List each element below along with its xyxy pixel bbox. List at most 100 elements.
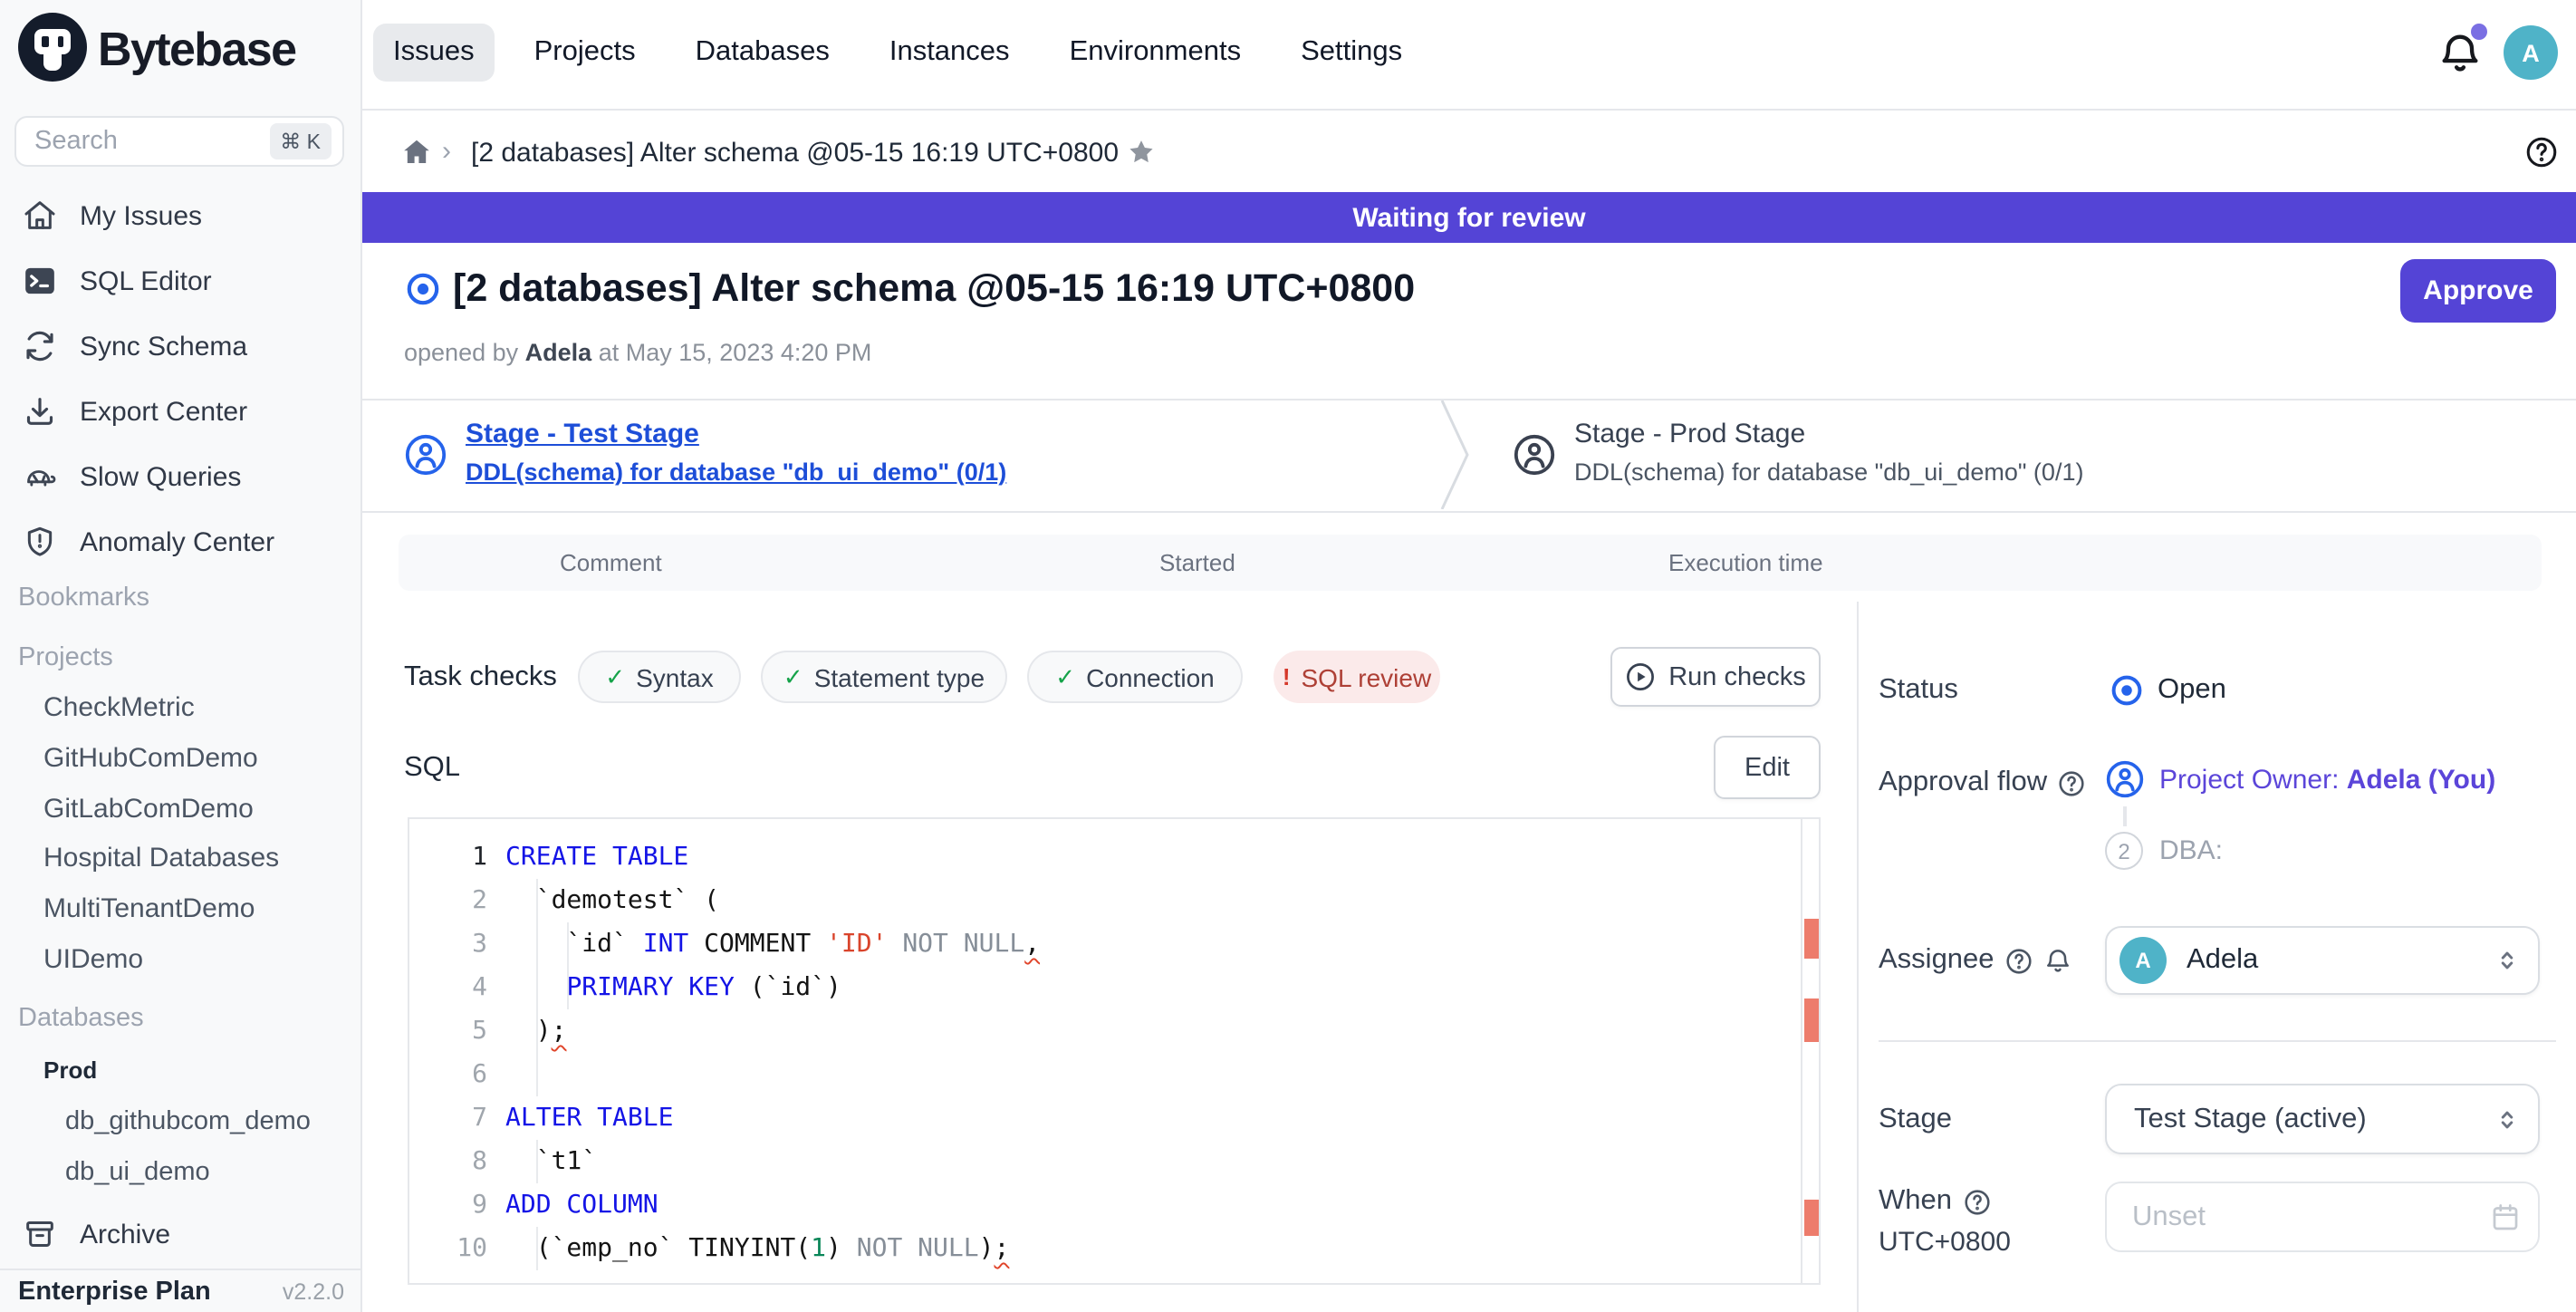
sidebar-project-hospital-databases[interactable]: Hospital Databases bbox=[43, 834, 279, 883]
section-header-bookmarks: Bookmarks bbox=[18, 584, 149, 613]
plan-label[interactable]: Enterprise Plan bbox=[18, 1277, 283, 1306]
tab-settings[interactable]: Settings bbox=[1281, 24, 1422, 82]
notification-bell-icon[interactable] bbox=[2437, 29, 2484, 76]
opened-prefix: opened by bbox=[404, 339, 518, 366]
section-header-projects: Projects bbox=[18, 643, 113, 672]
tab-environments[interactable]: Environments bbox=[1050, 24, 1262, 82]
sql-code-viewer[interactable]: 1CREATE TABLE 2 `demotest` ( 3 `id` INT … bbox=[408, 817, 1821, 1285]
sidebar-item-slow-queries[interactable]: Slow Queries bbox=[0, 444, 362, 509]
tab-projects[interactable]: Projects bbox=[514, 24, 656, 82]
stage-person-icon bbox=[404, 433, 447, 477]
code-line: 1CREATE TABLE bbox=[409, 835, 1819, 879]
select-chevrons-icon bbox=[2493, 1105, 2522, 1134]
approver-person-icon bbox=[2105, 759, 2145, 799]
code-line: 3 `id` INT COMMENT 'ID' NOT NULL, bbox=[409, 922, 1819, 966]
error-marker bbox=[1804, 1200, 1821, 1236]
check-syntax[interactable]: ✓ Syntax bbox=[578, 651, 741, 703]
sidebar-item-export-center[interactable]: Export Center bbox=[0, 379, 362, 444]
assignee-label-text: Assignee bbox=[1879, 944, 1994, 977]
breadcrumb-home-icon[interactable] bbox=[400, 136, 433, 169]
page-title: [2 databases] Alter schema @05-15 16:19 … bbox=[453, 266, 1415, 312]
error-marker bbox=[1804, 998, 1821, 1042]
approval-role: Project Owner: bbox=[2159, 765, 2339, 796]
check-label: SQL review bbox=[1302, 662, 1432, 691]
sidebar-item-label: Anomaly Center bbox=[80, 526, 274, 557]
column-header-started: Started bbox=[1159, 549, 1235, 576]
version-label: v2.2.0 bbox=[283, 1278, 344, 1304]
flow-connector bbox=[2123, 806, 2127, 826]
edit-button[interactable]: Edit bbox=[1714, 736, 1821, 799]
sidebar-project-uidemo[interactable]: UIDemo bbox=[43, 935, 143, 984]
sidebar-item-label: SQL Editor bbox=[80, 265, 212, 296]
line-number: 2 bbox=[424, 879, 487, 922]
assignee-select[interactable]: A Adela bbox=[2105, 926, 2540, 995]
sidebar-item-sync-schema[interactable]: Sync Schema bbox=[0, 314, 362, 379]
sidebar-project-gitlabcomdemo[interactable]: GitLabComDemo bbox=[43, 785, 254, 834]
check-sql-review[interactable]: ! SQL review bbox=[1274, 651, 1440, 703]
sidebar-item-sql-editor[interactable]: SQL Editor bbox=[0, 248, 362, 314]
line-number: 6 bbox=[424, 1053, 487, 1096]
tab-issues[interactable]: Issues bbox=[373, 24, 495, 82]
run-checks-button[interactable]: Run checks bbox=[1610, 647, 1821, 707]
code-line: 9ADD COLUMN bbox=[409, 1183, 1819, 1227]
stage-test-stage-task-link[interactable]: DDL(schema) for database "db_ui_demo" (0… bbox=[466, 458, 1006, 486]
help-circle-icon[interactable] bbox=[2005, 947, 2033, 974]
sidebar-item-archive[interactable]: Archive bbox=[0, 1201, 362, 1267]
sidebar-item-label: Archive bbox=[80, 1219, 170, 1249]
search-input[interactable]: ⌘ K bbox=[14, 116, 344, 167]
stage-prod-stage-task-link[interactable]: DDL(schema) for database "db_ui_demo" (0… bbox=[1574, 458, 2083, 486]
user-avatar[interactable]: A bbox=[2504, 25, 2558, 80]
sidebar-item-my-issues[interactable]: My Issues bbox=[0, 183, 362, 248]
nav-tabs: Issues Projects Databases Instances Envi… bbox=[373, 24, 1422, 82]
check-warn-icon: ! bbox=[1283, 663, 1291, 690]
sidebar-database-db-githubcom-demo[interactable]: db_githubcom_demo bbox=[65, 1096, 311, 1145]
sidebar: Bytebase ⌘ K My Issues SQL Editor Sync S… bbox=[0, 0, 362, 1312]
approval-user: Adela (You) bbox=[2347, 765, 2495, 796]
check-connection[interactable]: ✓ Connection bbox=[1027, 651, 1243, 703]
stage-test-stage-link[interactable]: Stage - Test Stage bbox=[466, 419, 699, 449]
help-circle-icon[interactable] bbox=[1963, 1188, 1990, 1215]
check-pass-icon: ✓ bbox=[1055, 662, 1075, 691]
bytebase-wordmark: Bytebase bbox=[98, 22, 295, 78]
assignee-avatar: A bbox=[2119, 937, 2167, 984]
stage-select-label: Stage bbox=[1879, 1104, 1952, 1136]
play-circle-icon bbox=[1625, 661, 1656, 692]
when-label: When bbox=[1879, 1185, 1990, 1218]
turtle-icon bbox=[22, 458, 58, 495]
column-header-comment: Comment bbox=[560, 549, 662, 576]
help-icon[interactable] bbox=[2525, 136, 2558, 169]
breadcrumb[interactable]: [2 databases] Alter schema @05-15 16:19 … bbox=[471, 138, 1119, 169]
when-datetime-input[interactable]: Unset bbox=[2105, 1182, 2540, 1252]
task-checks-label: Task checks bbox=[404, 661, 557, 694]
environment-label-prod: Prod bbox=[43, 1056, 97, 1084]
check-statement-type[interactable]: ✓ Statement type bbox=[761, 651, 1007, 703]
issue-author: Adela bbox=[525, 339, 592, 366]
search-field[interactable] bbox=[34, 127, 269, 156]
sidebar-item-label: My Issues bbox=[80, 200, 202, 231]
issue-open-icon bbox=[406, 272, 440, 306]
check-pass-icon: ✓ bbox=[605, 662, 625, 691]
sidebar-item-anomaly-center[interactable]: Anomaly Center bbox=[0, 509, 362, 574]
stage-select-value: Test Stage (active) bbox=[2134, 1103, 2367, 1135]
approve-button[interactable]: Approve bbox=[2400, 259, 2556, 323]
sidebar-project-multitenantdemo[interactable]: MultiTenantDemo bbox=[43, 884, 255, 933]
stage-prod-stage-link[interactable]: Stage - Prod Stage bbox=[1574, 419, 1805, 449]
star-icon[interactable] bbox=[1125, 136, 1158, 169]
when-label-text: When bbox=[1879, 1185, 1952, 1218]
line-number: 8 bbox=[424, 1140, 487, 1183]
check-label: Statement type bbox=[814, 662, 985, 691]
sidebar-item-label: Sync Schema bbox=[80, 331, 247, 362]
line-number: 4 bbox=[424, 966, 487, 1009]
sidebar-database-db-ui-demo[interactable]: db_ui_demo bbox=[65, 1147, 210, 1196]
sidebar-project-checkmetric[interactable]: CheckMetric bbox=[43, 683, 195, 732]
tab-databases[interactable]: Databases bbox=[676, 24, 850, 82]
stage-select[interactable]: Test Stage (active) bbox=[2105, 1084, 2540, 1154]
tab-instances[interactable]: Instances bbox=[870, 24, 1030, 82]
code-line: 7ALTER TABLE bbox=[409, 1096, 1819, 1140]
help-circle-icon[interactable] bbox=[2058, 769, 2085, 796]
subscribe-bell-icon[interactable] bbox=[2043, 946, 2072, 975]
status-value: Open bbox=[2158, 674, 2226, 707]
when-timezone: UTC+0800 bbox=[1879, 1227, 2011, 1258]
sidebar-project-githubcomdemo[interactable]: GitHubComDemo bbox=[43, 734, 258, 783]
keyboard-shortcut-badge: ⌘ K bbox=[269, 123, 332, 159]
